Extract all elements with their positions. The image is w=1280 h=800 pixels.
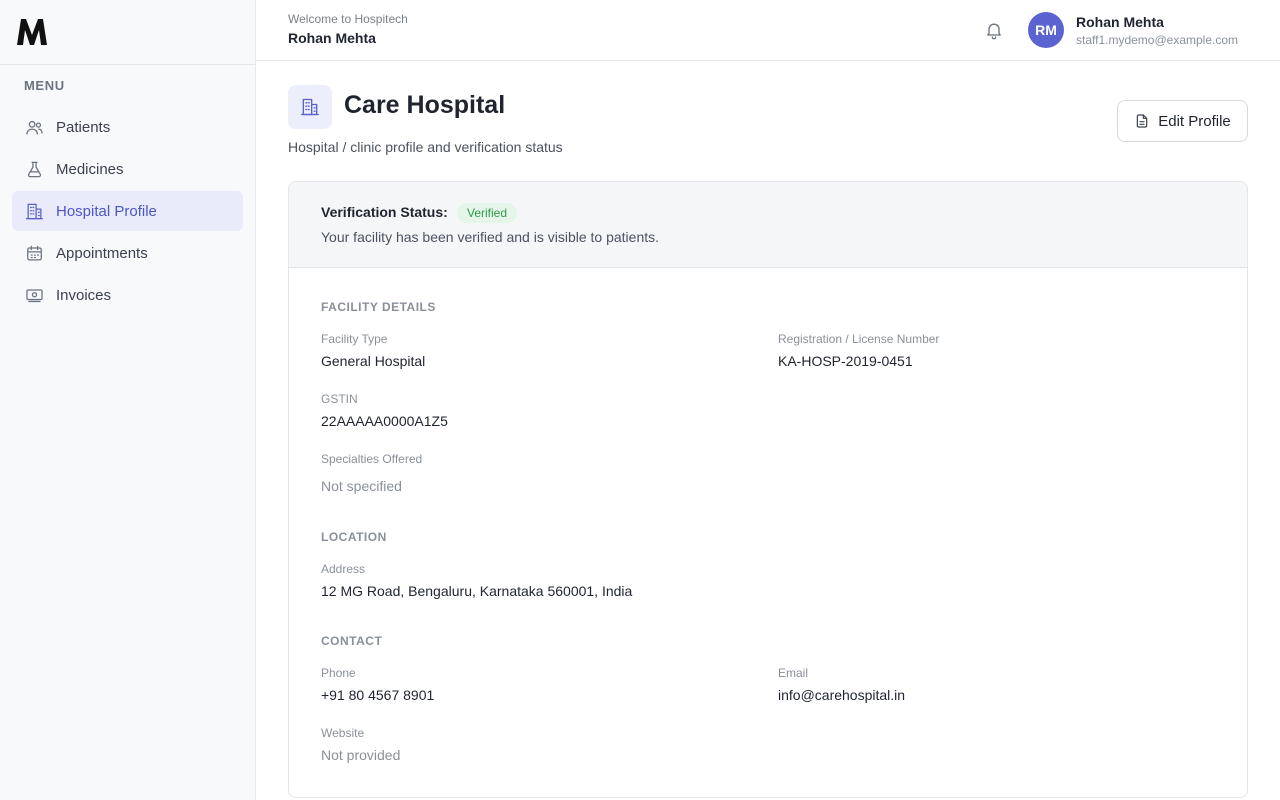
website-value: Not provided bbox=[321, 747, 401, 763]
contact-heading: CONTACT bbox=[321, 634, 383, 648]
edit-profile-button[interactable]: Edit Profile bbox=[1117, 100, 1248, 142]
welcome-text: Welcome to Hospitech bbox=[288, 12, 408, 26]
user-menu-email: staff1.mydemo@example.com bbox=[1076, 33, 1239, 47]
sidebar-item-hospital-profile[interactable]: Hospital Profile bbox=[12, 191, 243, 231]
sidebar-item-patients[interactable]: Patients bbox=[12, 107, 243, 147]
email-value: info@carehospital.in bbox=[778, 687, 906, 703]
verification-status-panel: Verification Status: Verified Your facil… bbox=[289, 182, 1247, 268]
avatar[interactable]: RM bbox=[1028, 12, 1064, 48]
bell-icon[interactable] bbox=[984, 20, 1004, 40]
edit-profile-label: Edit Profile bbox=[1158, 112, 1231, 130]
sidebar-item-label: Invoices bbox=[56, 286, 112, 304]
banknote-icon bbox=[24, 285, 44, 305]
sidebar-item-label: Hospital Profile bbox=[56, 202, 157, 220]
page-title: Care Hospital bbox=[344, 91, 506, 119]
sidebar-item-label: Patients bbox=[56, 118, 111, 136]
sidebar-item-label: Medicines bbox=[56, 160, 124, 178]
users-icon bbox=[24, 117, 44, 137]
facility-type-label: Facility Type bbox=[321, 332, 388, 346]
facility-details-heading: FACILITY DETAILS bbox=[321, 300, 436, 314]
sidebar-item-invoices[interactable]: Invoices bbox=[12, 275, 243, 315]
sidebar-item-appointments[interactable]: Appointments bbox=[12, 233, 243, 273]
calendar-icon bbox=[24, 243, 44, 263]
user-menu-name[interactable]: Rohan Mehta bbox=[1076, 14, 1164, 30]
top-header: Welcome to Hospitech Rohan Mehta RM Roha… bbox=[256, 0, 1280, 61]
phone-value: +91 80 4567 8901 bbox=[321, 687, 435, 703]
sidebar: M MENU Patients Medicines Hospital Profi… bbox=[0, 0, 256, 800]
website-label: Website bbox=[321, 726, 365, 740]
hospital-building-icon bbox=[288, 85, 332, 129]
phone-label: Phone bbox=[321, 666, 356, 680]
profile-card: Verification Status: Verified Your facil… bbox=[288, 181, 1248, 798]
verification-message: Your facility has been verified and is v… bbox=[321, 229, 660, 245]
building-icon bbox=[24, 201, 44, 221]
header-user-name: Rohan Mehta bbox=[288, 30, 376, 46]
flask-icon bbox=[24, 159, 44, 179]
menu-heading: MENU bbox=[24, 78, 65, 93]
facility-type-value: General Hospital bbox=[321, 353, 426, 369]
sidebar-nav: Patients Medicines Hospital Profile Appo… bbox=[0, 107, 255, 315]
sidebar-item-medicines[interactable]: Medicines bbox=[12, 149, 243, 189]
specialties-value: Not specified bbox=[321, 478, 402, 494]
verification-status-label: Verification Status: bbox=[321, 204, 448, 220]
page-subtitle: Hospital / clinic profile and verificati… bbox=[288, 139, 563, 155]
address-label: Address bbox=[321, 562, 366, 576]
gstin-value: 22AAAAA0000A1Z5 bbox=[321, 413, 448, 429]
address-value: 12 MG Road, Bengaluru, Karnataka 560001,… bbox=[321, 583, 633, 599]
specialties-label: Specialties Offered bbox=[321, 452, 423, 466]
registration-number-label: Registration / License Number bbox=[778, 332, 940, 346]
logo-area: M bbox=[0, 0, 255, 65]
document-icon bbox=[1134, 113, 1150, 129]
app-logo[interactable]: M bbox=[16, 18, 48, 46]
sidebar-item-label: Appointments bbox=[56, 244, 148, 262]
location-heading: LOCATION bbox=[321, 530, 387, 544]
registration-number-value: KA-HOSP-2019-0451 bbox=[778, 353, 913, 369]
status-badge: Verified bbox=[457, 203, 518, 223]
gstin-label: GSTIN bbox=[321, 392, 358, 406]
email-label: Email bbox=[778, 666, 809, 680]
